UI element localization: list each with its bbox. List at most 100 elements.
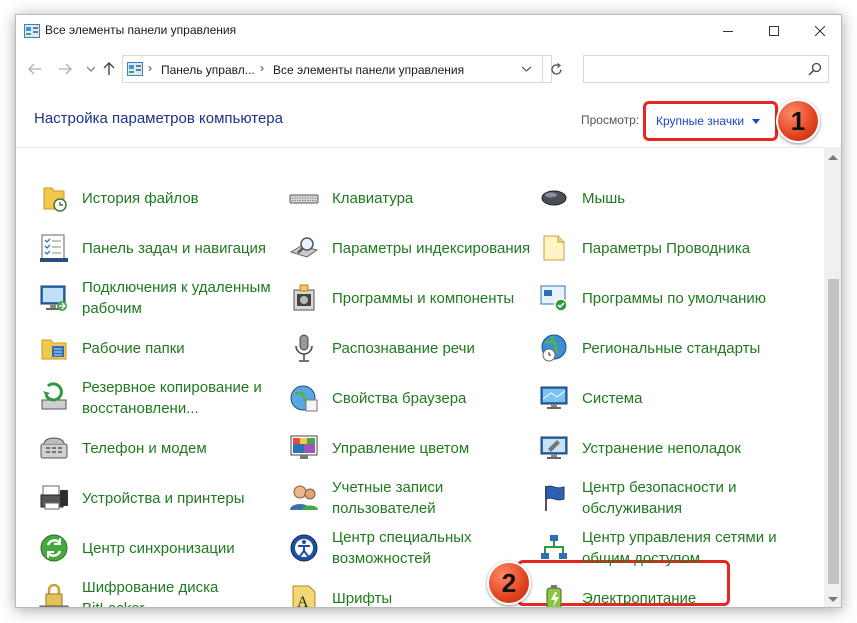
user-accounts-icon[interactable] <box>288 482 320 514</box>
control-panel-item-label[interactable]: Устройства и принтеры <box>82 476 282 520</box>
control-panel-item-label[interactable]: Система <box>582 376 782 420</box>
control-panel-item[interactable]: Клавиатура <box>288 176 528 220</box>
bitlocker-icon[interactable] <box>38 582 70 608</box>
control-panel-item-label[interactable]: Панель задач и навигация <box>82 226 282 270</box>
control-panel-item[interactable]: Центр специальных возможностей <box>288 526 528 570</box>
network-center-icon[interactable] <box>538 532 570 564</box>
breadcrumb-separator-icon[interactable]: › <box>260 61 264 75</box>
scrollbar-thumb[interactable] <box>828 279 839 584</box>
scroll-up-icon[interactable] <box>828 155 838 160</box>
control-panel-item[interactable]: Распознавание речи <box>288 326 528 370</box>
control-panel-item-label[interactable]: Устранение неполадок <box>582 426 782 470</box>
close-icon <box>815 26 825 36</box>
keyboard-icon[interactable] <box>288 182 320 214</box>
microphone-icon[interactable] <box>288 332 320 364</box>
control-panel-item-label[interactable]: Параметры Проводника <box>582 226 782 270</box>
breadcrumb-separator-icon[interactable]: › <box>148 61 152 75</box>
control-panel-item-label[interactable]: Мышь <box>582 176 782 220</box>
control-panel-item[interactable]: Шифрование диска BitLocker <box>38 576 278 608</box>
security-flag-icon[interactable] <box>538 482 570 514</box>
control-panel-item-label[interactable]: Телефон и модем <box>82 426 282 470</box>
control-panel-item[interactable]: Рабочие папки <box>38 326 278 370</box>
control-panel-item[interactable]: Подключения к удаленным рабочим <box>38 276 278 320</box>
control-panel-item[interactable]: Устранение неполадок <box>538 426 778 470</box>
ease-of-access-icon[interactable] <box>288 532 320 564</box>
control-panel-item[interactable]: Резервное копирование и восстановлени... <box>38 376 278 420</box>
refresh-button[interactable] <box>542 56 570 82</box>
default-programs-icon[interactable] <box>538 282 570 314</box>
control-panel-item-label[interactable]: Программы и компоненты <box>332 276 532 320</box>
control-panel-item[interactable]: Мышь <box>538 176 778 220</box>
control-panel-item-label[interactable]: Учетные записи пользователей <box>332 476 532 520</box>
mouse-icon[interactable] <box>538 182 570 214</box>
view-by-value[interactable]: Крупные значки <box>656 114 744 128</box>
minimize-button[interactable] <box>705 15 751 47</box>
control-panel-item-label[interactable]: Программы по умолчанию <box>582 276 782 320</box>
troubleshooting-icon[interactable] <box>538 432 570 464</box>
control-panel-item[interactable]: Программы и компоненты <box>288 276 528 320</box>
file-history-icon[interactable] <box>38 182 70 214</box>
control-panel-item-label[interactable]: История файлов <box>82 176 282 220</box>
remote-desktop-icon[interactable] <box>38 282 70 314</box>
color-management-icon[interactable] <box>288 432 320 464</box>
control-panel-item-label[interactable]: Резервное копирование и восстановлени... <box>82 376 282 420</box>
maximize-button[interactable] <box>751 15 797 47</box>
control-panel-item[interactable]: Центр управления сетями и общим доступом <box>538 526 778 570</box>
control-panel-item[interactable]: Программы по умолчанию <box>538 276 778 320</box>
explorer-options-icon[interactable] <box>538 232 570 264</box>
control-panel-item-label[interactable]: Рабочие папки <box>82 326 282 370</box>
control-panel-item-label[interactable]: Центр управления сетями и общим доступом <box>582 526 782 570</box>
power-options-icon[interactable] <box>538 582 570 608</box>
control-panel-item[interactable]: Панель задач и навигация <box>38 226 278 270</box>
control-panel-item[interactable]: Параметры индексирования <box>288 226 530 270</box>
up-button[interactable] <box>98 58 120 80</box>
control-panel-item[interactable]: Учетные записи пользователей <box>288 476 528 520</box>
programs-icon[interactable] <box>288 282 320 314</box>
backup-icon[interactable] <box>38 382 70 414</box>
vertical-scrollbar[interactable] <box>824 147 841 607</box>
control-panel-item[interactable]: Устройства и принтеры <box>38 476 278 520</box>
control-panel-item[interactable]: Региональные стандарты <box>538 326 778 370</box>
control-panel-item-label[interactable]: Центр безопасности и обслуживания <box>582 476 782 520</box>
control-panel-item-label[interactable]: Центр синхронизации <box>82 526 282 570</box>
control-panel-item[interactable]: Система <box>538 376 778 420</box>
scroll-down-icon[interactable] <box>828 597 838 602</box>
control-panel-item[interactable]: История файлов <box>38 176 278 220</box>
control-panel-item-label[interactable]: Подключения к удаленным рабочим <box>82 276 282 320</box>
indexing-icon[interactable] <box>288 232 320 264</box>
search-input[interactable] <box>583 55 829 83</box>
address-dropdown-button[interactable] <box>518 56 534 82</box>
address-bar[interactable]: › Панель управл... › Все элементы панели… <box>122 55 562 83</box>
control-panel-item[interactable]: Электропитание <box>538 576 778 608</box>
back-button[interactable] <box>24 58 46 80</box>
control-panel-item[interactable]: Центр безопасности и обслуживания <box>538 476 778 520</box>
breadcrumb-control-panel[interactable]: Панель управл... <box>161 63 255 77</box>
control-panel-item-label[interactable]: Свойства браузера <box>332 376 532 420</box>
breadcrumb-all-items[interactable]: Все элементы панели управления <box>273 63 464 77</box>
forward-button[interactable] <box>54 58 76 80</box>
control-panel-item-label[interactable]: Региональные стандарты <box>582 326 782 370</box>
control-panel-item[interactable]: Управление цветом <box>288 426 528 470</box>
control-panel-item[interactable]: Параметры Проводника <box>538 226 778 270</box>
taskbar-icon[interactable] <box>38 232 70 264</box>
fonts-icon[interactable]: A <box>288 582 320 608</box>
control-panel-item-label[interactable]: Клавиатура <box>332 176 532 220</box>
control-panel-item[interactable]: Телефон и модем <box>38 426 278 470</box>
close-button[interactable] <box>797 15 841 47</box>
work-folders-icon[interactable] <box>38 332 70 364</box>
region-globe-icon[interactable] <box>538 332 570 364</box>
control-panel-item-label[interactable]: Шифрование диска BitLocker <box>82 576 282 607</box>
control-panel-item-label[interactable]: Электропитание <box>582 576 782 607</box>
dropdown-arrow-icon[interactable] <box>752 119 760 124</box>
view-by-dropdown[interactable]: Крупные значки <box>643 101 778 141</box>
control-panel-item-label[interactable]: Распознавание речи <box>332 326 532 370</box>
control-panel-item[interactable]: Свойства браузера <box>288 376 528 420</box>
control-panel-item[interactable]: Центр синхронизации <box>38 526 278 570</box>
system-monitor-icon[interactable] <box>538 382 570 414</box>
internet-options-icon[interactable] <box>288 382 320 414</box>
sync-center-icon[interactable] <box>38 532 70 564</box>
phone-modem-icon[interactable] <box>38 432 70 464</box>
control-panel-item-label[interactable]: Управление цветом <box>332 426 532 470</box>
control-panel-item-label[interactable]: Параметры индексирования <box>332 226 532 270</box>
printer-icon[interactable] <box>38 482 70 514</box>
